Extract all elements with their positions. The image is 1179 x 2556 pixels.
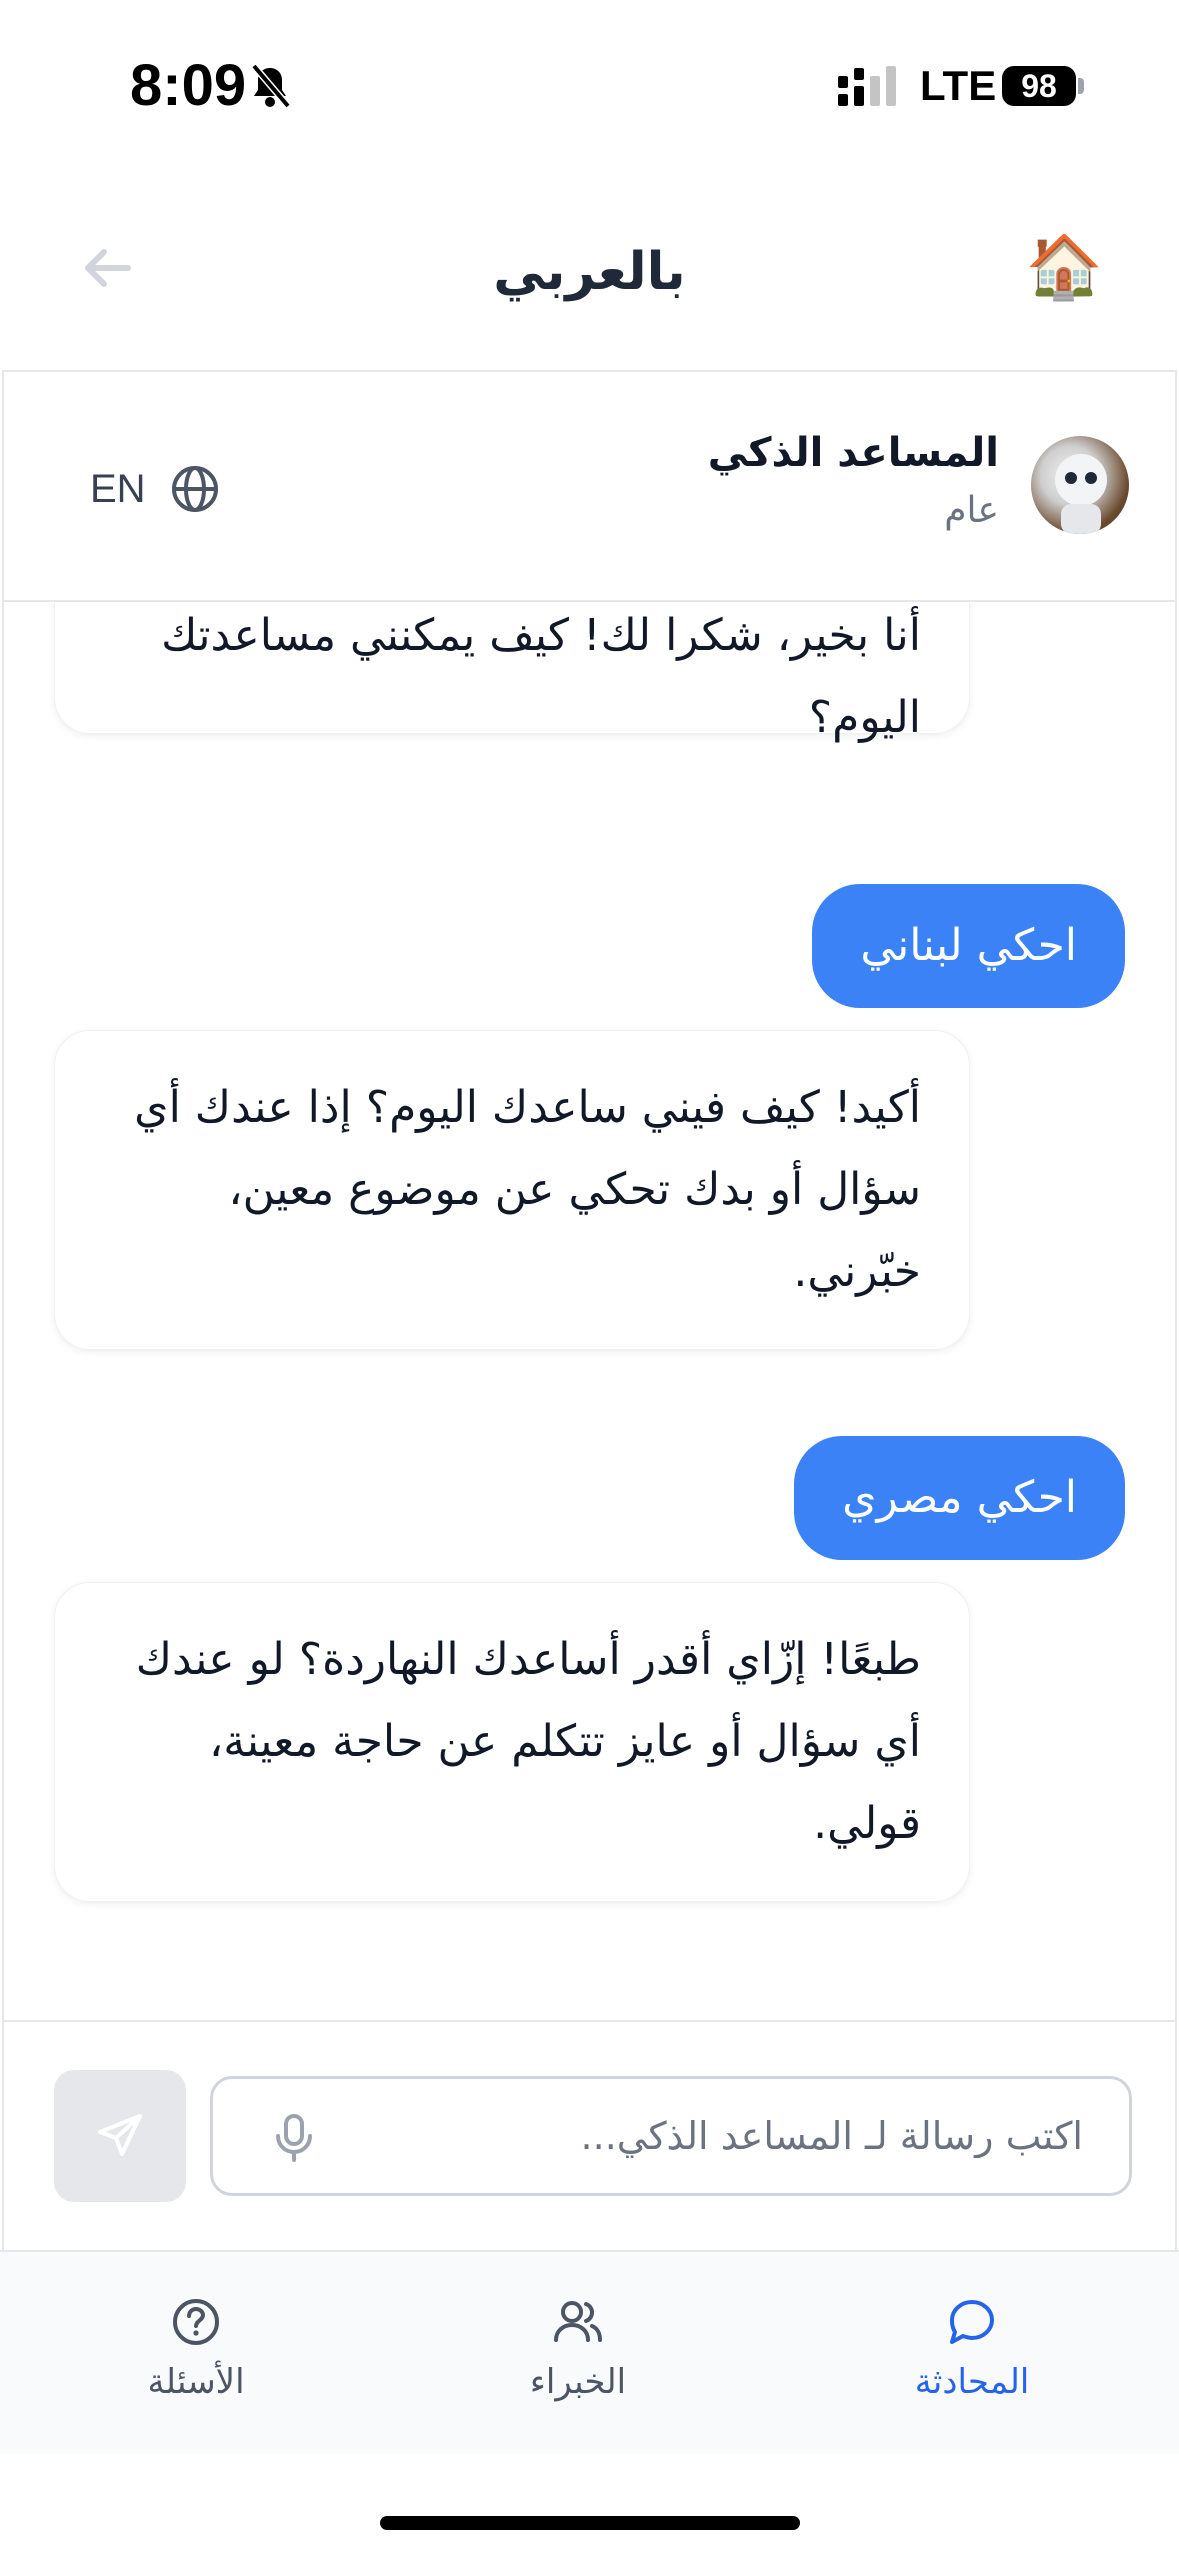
tab-experts[interactable]: الخبراء [448, 2296, 708, 2402]
tab-questions[interactable]: الأسئلة [66, 2296, 326, 2402]
robot-icon [1055, 454, 1107, 534]
chat-panel: المساعد الذكي عام EN أنا بخير، شكرا لك! … [2, 370, 1177, 2250]
chat-bubble-icon [950, 2300, 994, 2344]
language-label: EN [90, 466, 146, 511]
app-screen: 8:09 LTE 98 بالعربي 🏠 المساعد الذكي عام … [0, 0, 1179, 2556]
user-message: احكي لبناني [812, 884, 1125, 1008]
tab-chat[interactable]: المحادثة [842, 2296, 1102, 2402]
assistant-category: عام [944, 490, 999, 531]
home-icon[interactable]: 🏠 [1026, 236, 1103, 298]
help-circle-icon [173, 2299, 219, 2345]
bottom-tab-bar: المحادثة الخبراء الأسئلة [0, 2250, 1179, 2454]
assistant-name: المساعد الذكي [707, 430, 999, 476]
message-list[interactable]: أنا بخير، شكرا لك! كيف يمكنني مساعدتك ال… [4, 602, 1175, 2012]
battery-tip [1078, 78, 1084, 94]
assistant-avatar [1031, 436, 1129, 534]
user-message: احكي مصري [794, 1436, 1125, 1560]
globe-icon [171, 466, 218, 512]
signal-icon [838, 66, 896, 106]
language-toggle[interactable]: EN [90, 464, 220, 514]
tab-label: الخبراء [529, 2362, 627, 2402]
tab-label: المحادثة [914, 2362, 1030, 2402]
status-bar: 8:09 LTE 98 [0, 0, 1179, 180]
chat-header: المساعد الذكي عام EN [4, 372, 1175, 602]
battery-indicator: 98 [1002, 66, 1076, 106]
send-icon [98, 2114, 142, 2156]
message-input[interactable] [210, 2076, 1132, 2196]
top-navigation: بالعربي 🏠 [0, 180, 1179, 370]
tab-label: الأسئلة [147, 2362, 245, 2402]
network-type: LTE [920, 62, 997, 109]
page-title: بالعربي [493, 242, 686, 302]
composer [4, 2020, 1175, 2252]
assistant-message: أكيد! كيف فيني ساعدك اليوم؟ إذا عندك أي … [54, 1030, 970, 1350]
assistant-message: أنا بخير، شكرا لك! كيف يمكنني مساعدتك ال… [54, 602, 970, 743]
microphone-icon[interactable] [274, 2112, 314, 2164]
bell-muted-icon [251, 63, 291, 109]
assistant-message: طبعًا! إزّاي أقدر أساعدك النهاردة؟ لو عن… [54, 1582, 970, 1902]
status-time: 8:09 [130, 53, 247, 118]
send-button[interactable] [54, 2070, 186, 2202]
home-indicator [380, 2516, 800, 2530]
users-icon [554, 2301, 602, 2342]
